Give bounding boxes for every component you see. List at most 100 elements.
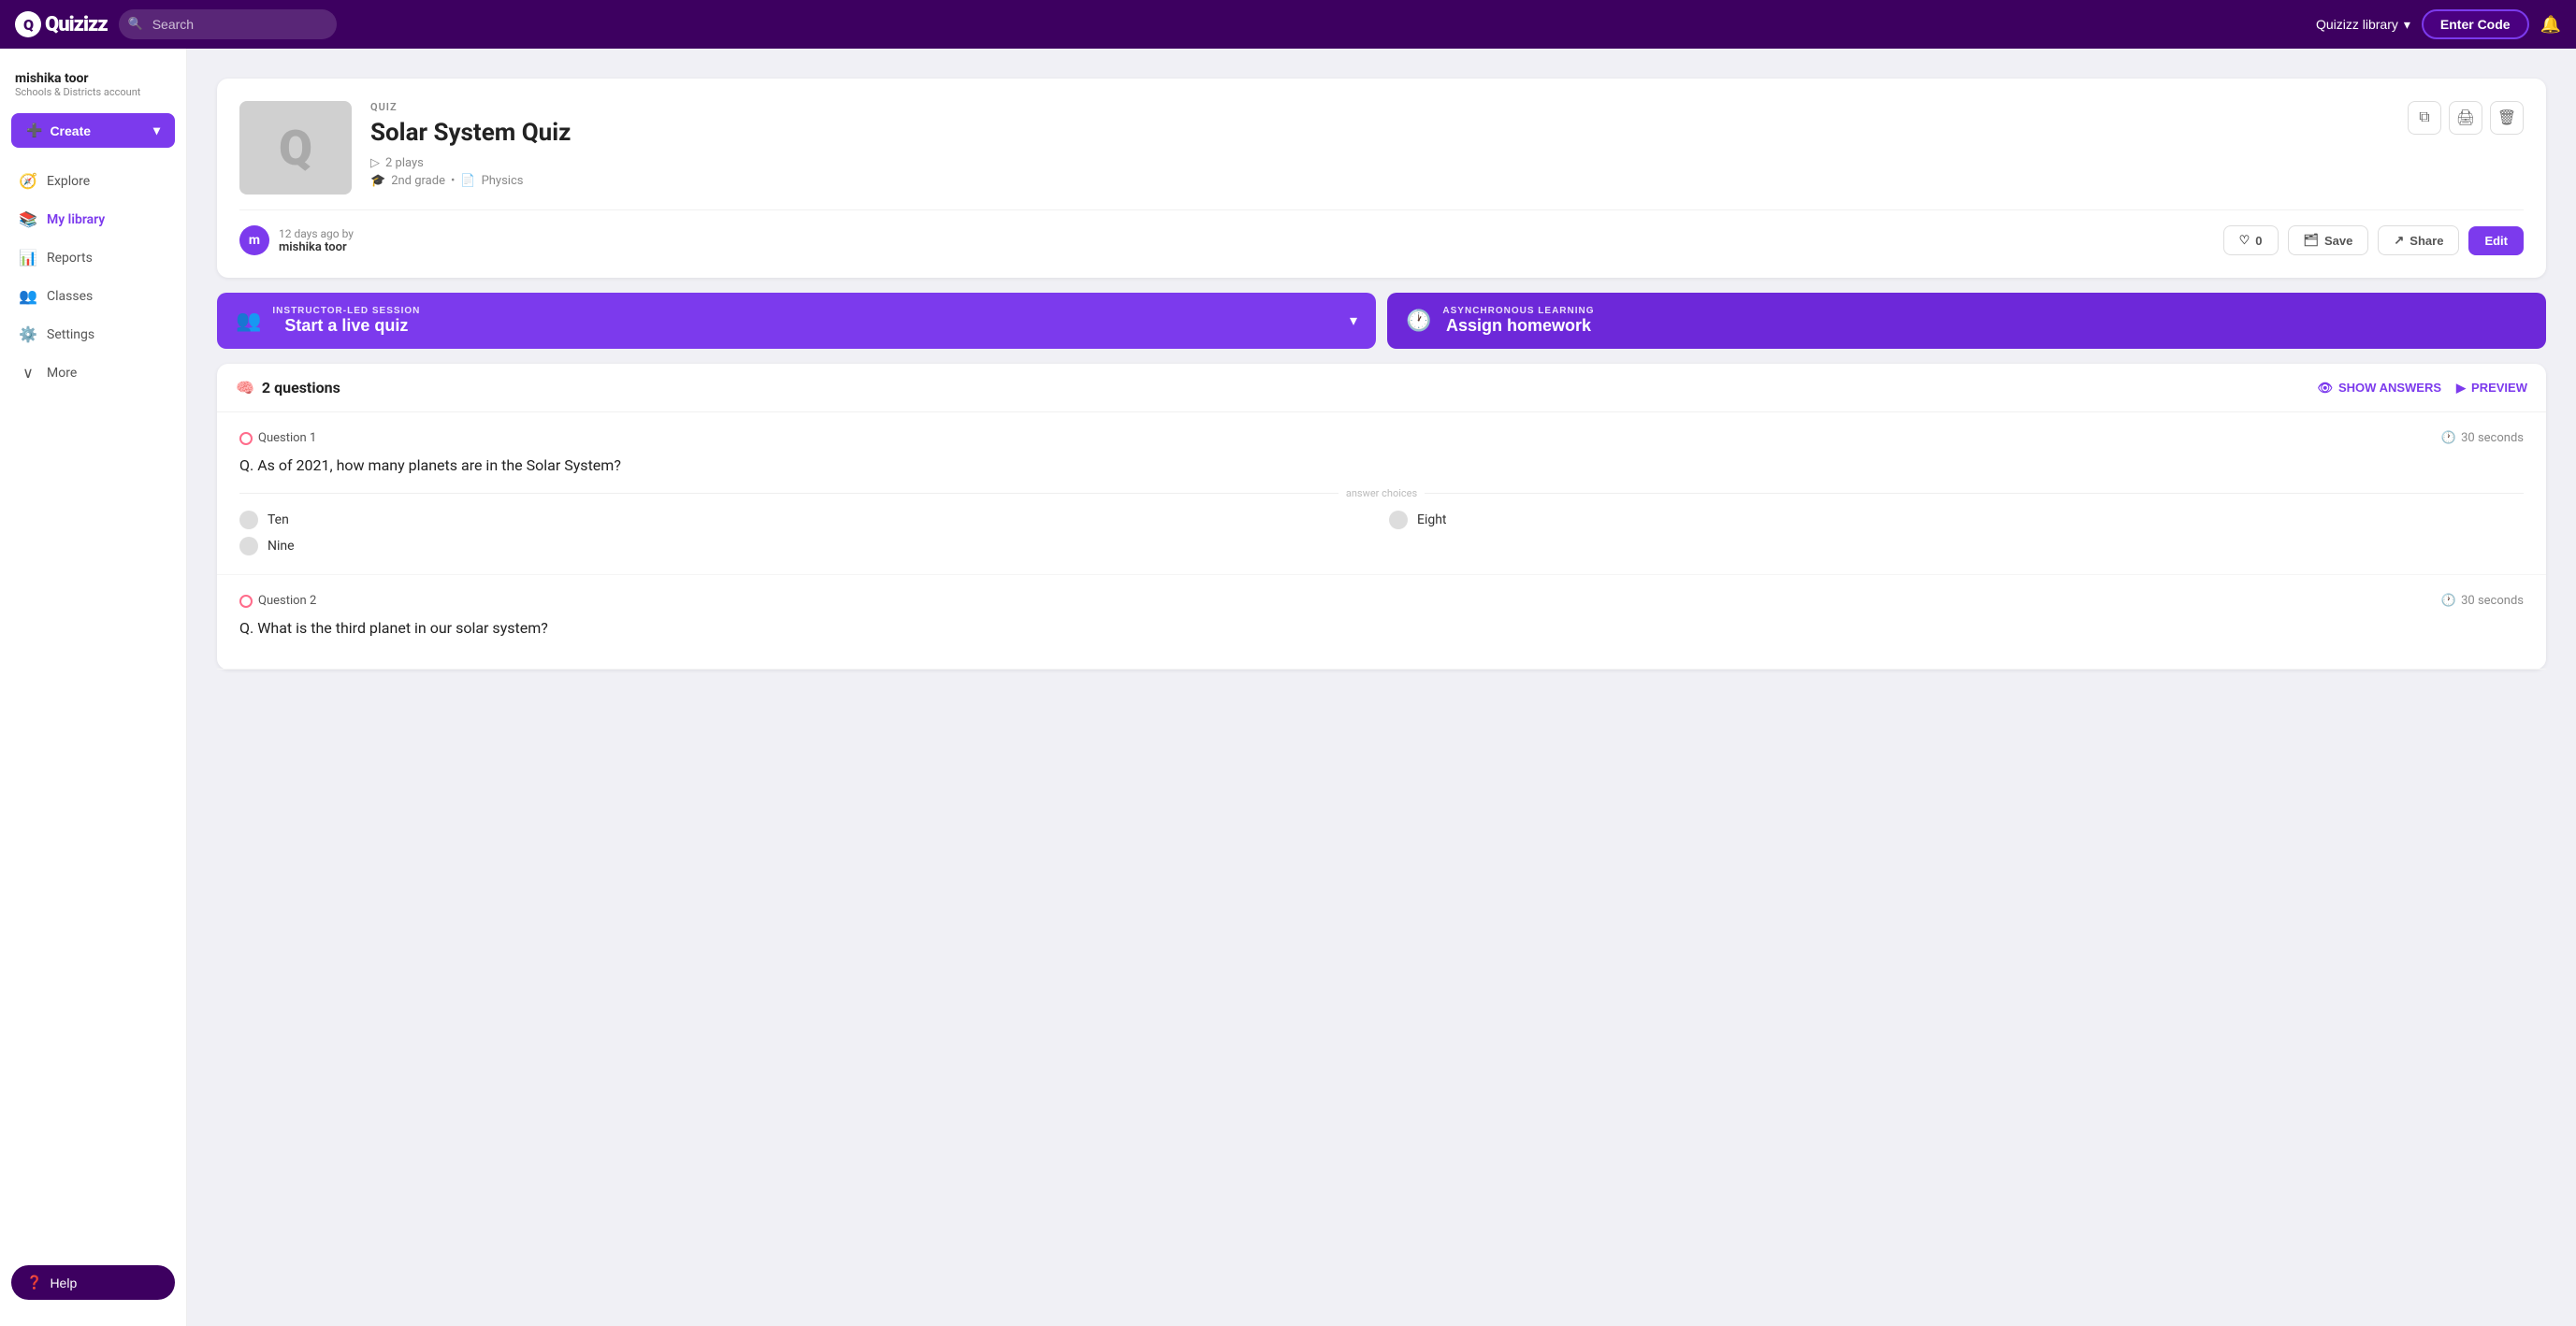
- author-avatar: m: [239, 225, 269, 255]
- search-wrapper: [119, 9, 680, 39]
- settings-icon: ⚙️: [19, 325, 37, 343]
- questions-count-label: 2 questions: [262, 379, 340, 396]
- bell-icon[interactable]: 🔔: [2540, 15, 2561, 35]
- choice-circle-icon: [1389, 511, 1408, 529]
- quiz-info: QUIZ Solar System Quiz ▷ 2 plays 🎓 2nd g…: [370, 101, 2389, 195]
- layout: mishika toor Schools & Districts account…: [0, 49, 2576, 1326]
- live-icon: 👥: [236, 309, 261, 333]
- library-label: Quizizz library: [2316, 17, 2398, 32]
- library-button[interactable]: Quizizz library ▾: [2316, 17, 2410, 33]
- help-label: Help: [50, 1276, 77, 1290]
- create-label: Create: [50, 123, 91, 138]
- sidebar-item-library[interactable]: 📚 My library: [4, 201, 182, 238]
- brain-icon: 🧠: [236, 379, 254, 396]
- classes-icon: 👥: [19, 287, 37, 305]
- choice-1-label: Ten: [268, 512, 289, 527]
- question-type-icon: [239, 595, 253, 608]
- choice-circle-icon: [239, 537, 258, 555]
- help-button[interactable]: ❓ Help: [11, 1265, 175, 1300]
- quiz-thumbnail: Q: [239, 101, 352, 195]
- show-answers-button[interactable]: 👁 SHOW ANSWERS: [2317, 381, 2441, 396]
- sidebar-item-explore[interactable]: 🧭 Explore: [4, 163, 182, 199]
- question-1-number: Question 1: [239, 431, 316, 445]
- question-2-text: Q. What is the third planet in our solar…: [239, 619, 2524, 637]
- time-value: 30 seconds: [2461, 594, 2524, 608]
- save-label: Save: [2324, 234, 2352, 248]
- quiz-actions-top: ⧉ 🖨 🗑: [2408, 101, 2524, 135]
- choice-2: Eight: [1389, 511, 2524, 529]
- sidebar-item-more[interactable]: ∨ More: [4, 354, 182, 391]
- sidebar-item-label: Explore: [47, 174, 90, 189]
- eye-icon: 👁: [2317, 381, 2333, 396]
- share-icon: ↗: [2394, 233, 2404, 248]
- search-input[interactable]: [119, 9, 337, 39]
- sidebar-item-label: Classes: [47, 289, 93, 304]
- play-icon: ▷: [370, 156, 380, 170]
- save-button[interactable]: 🗂 Save: [2288, 225, 2369, 255]
- share-label: Share: [2410, 234, 2443, 248]
- user-name: mishika toor: [15, 71, 171, 86]
- like-button[interactable]: ♡ 0: [2223, 225, 2279, 255]
- question-1-time: 🕐 30 seconds: [2441, 431, 2524, 445]
- plus-icon: ➕: [26, 123, 42, 138]
- share-button[interactable]: ↗ Share: [2378, 225, 2459, 255]
- quiz-thumb-letter: Q: [279, 120, 312, 177]
- choice-3: Nine: [239, 537, 1374, 555]
- quiz-grade-subject: 🎓 2nd grade • 📄 Physics: [370, 174, 2389, 188]
- play-icon: ▶: [2456, 381, 2466, 396]
- choice-3-label: Nine: [268, 539, 295, 554]
- sidebar-item-label: More: [47, 366, 77, 381]
- time-value: 30 seconds: [2461, 431, 2524, 445]
- sidebar-item-reports[interactable]: 📊 Reports: [4, 239, 182, 276]
- help-icon: ❓: [26, 1275, 42, 1290]
- homework-button[interactable]: 🕐 ASYNCHRONOUS LEARNING Assign homework: [1387, 293, 2546, 349]
- hw-type-label: ASYNCHRONOUS LEARNING: [1442, 306, 1594, 316]
- duplicate-button[interactable]: ⧉: [2408, 101, 2441, 135]
- session-buttons: 👥 INSTRUCTOR-LED SESSION Start a live qu…: [217, 293, 2546, 349]
- print-button[interactable]: 🖨: [2449, 101, 2482, 135]
- main-content: Q QUIZ Solar System Quiz ▷ 2 plays 🎓 2nd…: [187, 49, 2576, 1326]
- answer-divider: answer choices: [239, 487, 2524, 499]
- sidebar-item-label: My library: [47, 212, 105, 227]
- grade-icon: 🎓: [370, 174, 385, 188]
- quiz-subject: Physics: [482, 174, 524, 188]
- answer-choices-label: answer choices: [1346, 487, 1417, 499]
- question-1-header: Question 1 🕐 30 seconds: [239, 431, 2524, 445]
- heart-icon: ♡: [2239, 233, 2250, 248]
- sidebar-item-settings[interactable]: ⚙️ Settings: [4, 316, 182, 353]
- chevron-down-icon: ▾: [153, 123, 160, 138]
- answer-choices: Ten Eight Nine: [239, 511, 2524, 555]
- top-nav: Q Quizizz Quizizz library ▾ Enter Code 🔔: [0, 0, 2576, 49]
- logo: Q Quizizz: [15, 11, 108, 37]
- delete-button[interactable]: 🗑: [2490, 101, 2524, 135]
- library-icon: 📚: [19, 210, 37, 228]
- quiz-footer: m 12 days ago by mishika toor ♡ 0 🗂 Save: [239, 209, 2524, 255]
- create-button[interactable]: ➕ Create ▾: [11, 113, 175, 148]
- question-type-icon: [239, 432, 253, 445]
- enter-code-button[interactable]: Enter Code: [2422, 9, 2529, 39]
- preview-button[interactable]: ▶ PREVIEW: [2456, 381, 2527, 396]
- live-title: Start a live quiz: [272, 316, 420, 336]
- question-2-time: 🕐 30 seconds: [2441, 594, 2524, 608]
- clock-icon: 🕐: [1406, 309, 1431, 333]
- question-1-text: Q. As of 2021, how many planets are in t…: [239, 456, 2524, 474]
- quiz-title: Solar System Quiz: [370, 119, 2389, 147]
- reports-icon: 📊: [19, 249, 37, 267]
- choice-2-label: Eight: [1417, 512, 1447, 527]
- user-info: mishika toor Schools & Districts account: [0, 64, 186, 113]
- quiz-badge: QUIZ: [370, 101, 2389, 113]
- subject-icon: 📄: [460, 174, 475, 188]
- clock-icon: 🕐: [2441, 431, 2456, 445]
- save-icon: 🗂: [2304, 233, 2320, 248]
- sidebar-item-label: Settings: [47, 327, 94, 342]
- live-quiz-button[interactable]: 👥 INSTRUCTOR-LED SESSION Start a live qu…: [217, 293, 1376, 349]
- edit-button[interactable]: Edit: [2468, 226, 2524, 255]
- quiz-actions: ♡ 0 🗂 Save ↗ Share Edit: [2223, 225, 2524, 255]
- preview-label: PREVIEW: [2471, 381, 2527, 395]
- choice-circle-icon: [239, 511, 258, 529]
- quiz-author: m 12 days ago by mishika toor: [239, 225, 354, 255]
- sidebar: mishika toor Schools & Districts account…: [0, 49, 187, 1326]
- question-2-header: Question 2 🕐 30 seconds: [239, 594, 2524, 608]
- questions-section: 🧠 2 questions 👁 SHOW ANSWERS ▶ PREVIEW: [217, 364, 2546, 670]
- sidebar-item-classes[interactable]: 👥 Classes: [4, 278, 182, 314]
